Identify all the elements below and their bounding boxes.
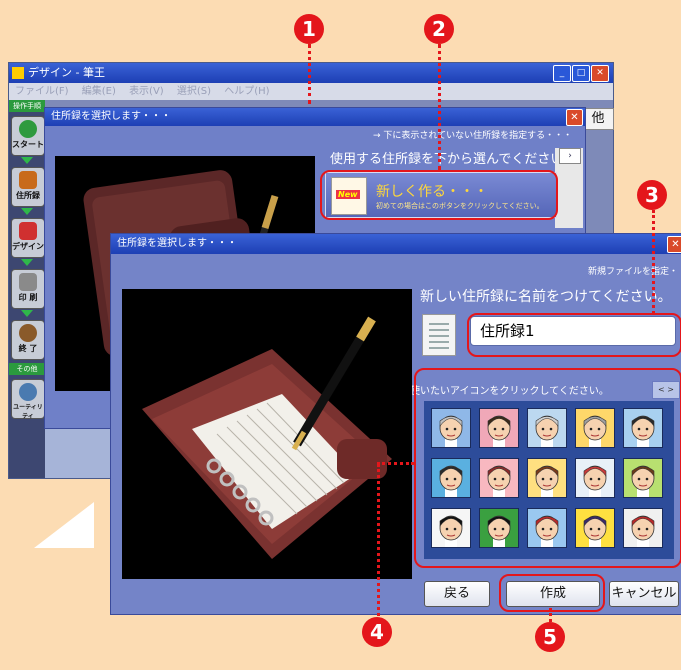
app-title: デザイン - 筆王 [28, 66, 105, 79]
callout-4-leader [377, 464, 380, 616]
sidebar-item-address-book[interactable]: 住所録 [11, 167, 45, 207]
callout-4-highlight [414, 368, 681, 568]
close-icon[interactable]: ✕ [591, 65, 609, 82]
dialog-prompt: 使用する住所録を下から選んでください。 [330, 152, 577, 167]
sidebar-item-start[interactable]: スタート [11, 116, 45, 156]
menu-view[interactable]: 表示(V) [129, 86, 164, 97]
down-arrow-icon [21, 208, 33, 215]
start-icon [19, 120, 37, 138]
sidebar-item-utility[interactable]: ユーティリティ [11, 379, 45, 420]
sidebar-header: 操作手順 [9, 100, 45, 112]
utility-icon [19, 383, 37, 401]
specify-other-address-book-link[interactable]: → 下に表示されていない住所録を指定する・・・ [373, 128, 583, 141]
close-icon[interactable]: ✕ [667, 236, 681, 253]
app-logo-icon [12, 67, 24, 79]
dialog-title: 住所録を選択します・・・ [117, 238, 237, 249]
minimize-icon[interactable]: _ [553, 65, 571, 82]
callout-5-leader [549, 608, 552, 622]
organizer-photo [122, 289, 412, 579]
sidebar-item-label: 終 了 [18, 344, 38, 353]
callout-5-highlight [499, 574, 605, 612]
sidebar-item-label: スタート [12, 140, 44, 149]
sidebar-item-exit[interactable]: 終 了 [11, 320, 45, 360]
sidebar-item-label: 住所録 [16, 191, 40, 200]
down-arrow-icon [21, 259, 33, 266]
sidebar-item-label: デザイン [12, 242, 44, 251]
exit-icon [19, 324, 37, 342]
close-icon[interactable]: ✕ [566, 109, 583, 126]
callout-4-leader-h [377, 462, 414, 465]
app-title-bar: デザイン - 筆王 _ □ ✕ [9, 63, 613, 83]
callout-1-leader [308, 44, 311, 104]
menu-bar: ファイル(F) 編集(E) 表示(V) 選択(S) ヘルプ(H) [9, 83, 613, 100]
menu-help[interactable]: ヘルプ(H) [224, 86, 269, 97]
callout-3-highlight [467, 313, 681, 357]
down-arrow-icon [21, 310, 33, 317]
workflow-sidebar: 操作手順 スタート 住所録 デザイン 印 刷 終 了 その他 ユーティリティ [9, 100, 45, 478]
callout-2-leader [438, 44, 441, 170]
callout-3-leader [652, 210, 655, 314]
callout-5: 5 [535, 622, 565, 652]
down-arrow-icon [21, 157, 33, 164]
chevron-right-icon[interactable]: › [559, 148, 581, 164]
tab-other[interactable]: 他 [582, 108, 614, 130]
corner-decoration [34, 502, 94, 548]
menu-file[interactable]: ファイル(F) [15, 86, 69, 97]
document-icon [422, 314, 456, 356]
sidebar-item-design[interactable]: デザイン [11, 218, 45, 258]
dialog-title-bar: 住所録を選択します・・・ ✕ [111, 234, 681, 254]
dialog-title: 住所録を選択します・・・ [51, 111, 171, 122]
callout-2: 2 [424, 14, 454, 44]
maximize-icon[interactable]: □ [572, 65, 590, 82]
printer-icon [19, 273, 37, 291]
specify-new-file-link[interactable]: 新規ファイルを指定・ [553, 264, 678, 277]
sidebar-item-print[interactable]: 印 刷 [11, 269, 45, 309]
sidebar-item-label: 印 刷 [18, 293, 38, 302]
menu-edit[interactable]: 編集(E) [82, 86, 116, 97]
sidebar-other-header: その他 [9, 363, 45, 375]
callout-3: 3 [637, 180, 667, 210]
callout-1: 1 [294, 14, 324, 44]
name-prompt: 新しい住所録に名前をつけてください。 [420, 289, 672, 305]
back-button[interactable]: 戻る [424, 581, 490, 607]
cancel-button[interactable]: キャンセル [609, 581, 679, 607]
callout-4: 4 [362, 617, 392, 647]
sidebar-item-label: ユーティリティ [13, 404, 43, 420]
dialog-title-bar: 住所録を選択します・・・ ✕ [45, 108, 585, 126]
address-book-icon [19, 171, 37, 189]
list-area: › [555, 148, 583, 228]
menu-select[interactable]: 選択(S) [177, 86, 211, 97]
callout-2-highlight [320, 170, 558, 220]
design-icon [19, 222, 37, 240]
